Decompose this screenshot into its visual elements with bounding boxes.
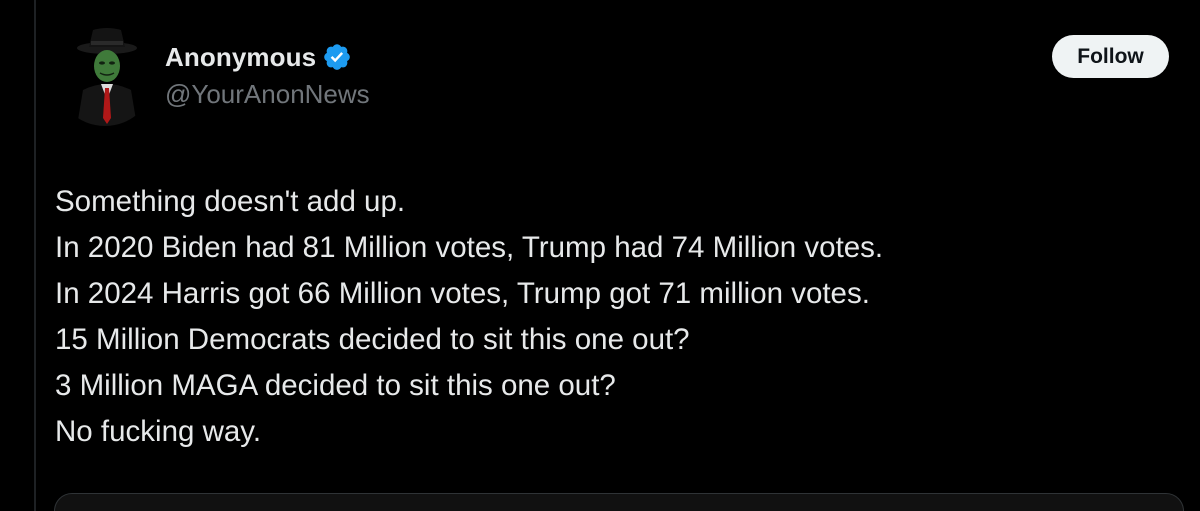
follow-button[interactable]: Follow — [1052, 35, 1169, 78]
avatar[interactable] — [55, 26, 155, 126]
tweet-text-line: No fucking way. — [55, 415, 262, 448]
tweet-text: Something doesn't add up. In 2020 Biden … — [55, 179, 1155, 455]
display-name[interactable]: Anonymous — [165, 42, 316, 73]
author-handle[interactable]: @YourAnonNews — [165, 79, 370, 110]
author-name-row: Anonymous — [165, 40, 352, 74]
verified-badge-icon[interactable] — [322, 42, 352, 72]
anonymous-mask-avatar-icon — [55, 26, 155, 126]
tweet-text-line: 3 Million MAGA decided to sit this one o… — [55, 369, 616, 402]
tweet-text-line: In 2020 Biden had 81 Million votes, Trum… — [55, 231, 884, 264]
media-card-preview[interactable] — [54, 493, 1184, 511]
tweet-text-line: In 2024 Harris got 66 Million votes, Tru… — [55, 277, 870, 310]
tweet-text-line: Something doesn't add up. — [55, 185, 406, 218]
tweet-text-line: 15 Million Democrats decided to sit this… — [55, 323, 690, 356]
tweet-header: Anonymous @YourAnonNews Follow — [0, 0, 1200, 150]
